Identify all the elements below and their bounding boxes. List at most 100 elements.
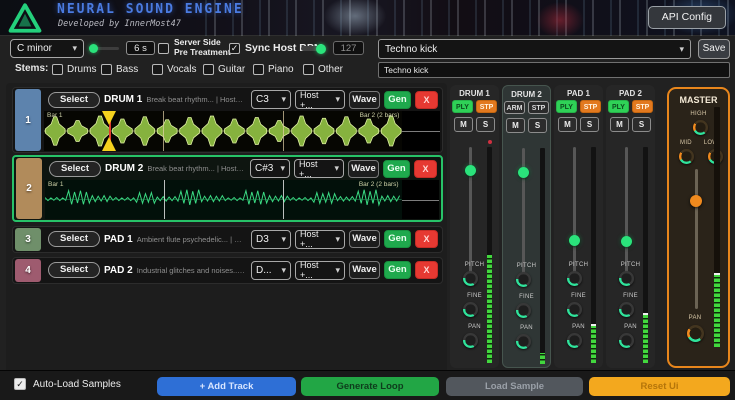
master-pan-knob[interactable] bbox=[687, 325, 704, 342]
waveform-display[interactable]: Bar 1 Bar 2 (2 bars) bbox=[44, 111, 440, 151]
mute-button[interactable]: M bbox=[454, 117, 473, 132]
solo-button[interactable]: S bbox=[476, 117, 495, 132]
sync-host-bpm-checkbox[interactable]: ✓ bbox=[229, 43, 240, 54]
delete-track-button[interactable]: X bbox=[415, 261, 438, 279]
fine-label: FINE bbox=[606, 293, 655, 299]
pan-knob[interactable] bbox=[619, 333, 634, 348]
wave-button[interactable]: Wave bbox=[349, 261, 380, 279]
pitch-knob[interactable] bbox=[516, 272, 531, 287]
duration-input[interactable] bbox=[126, 41, 155, 55]
select-button[interactable]: Select bbox=[48, 231, 100, 247]
preset-name-input[interactable] bbox=[378, 62, 730, 78]
eq-high-knob[interactable] bbox=[693, 120, 708, 135]
pan-knob[interactable] bbox=[516, 334, 531, 349]
generate-button[interactable]: Gen bbox=[384, 230, 411, 248]
wave-button[interactable]: Wave bbox=[349, 230, 380, 248]
delete-track-button[interactable]: X bbox=[415, 91, 438, 109]
solo-button[interactable]: S bbox=[580, 117, 599, 132]
note-select[interactable]: D... ▾ bbox=[251, 261, 291, 280]
generate-loop-button[interactable]: Generate Loop bbox=[301, 377, 439, 396]
api-config-button[interactable]: API Config bbox=[648, 6, 726, 29]
stop-button[interactable]: STP bbox=[528, 101, 549, 114]
fine-knob[interactable] bbox=[567, 302, 582, 317]
fine-knob[interactable] bbox=[516, 303, 531, 318]
auto-load-checkbox[interactable]: ✓ bbox=[14, 378, 26, 390]
pitch-knob[interactable] bbox=[619, 271, 634, 286]
guitar-checkbox[interactable] bbox=[203, 64, 214, 75]
bar-start-label: Bar 1 bbox=[47, 112, 63, 119]
bar-gridline bbox=[283, 111, 284, 151]
pitch-knob[interactable] bbox=[567, 271, 582, 286]
track-number-tab[interactable]: 3 bbox=[15, 228, 41, 251]
host-select[interactable]: Host +... ▾ bbox=[295, 261, 345, 280]
add-track-button[interactable]: + Add Track bbox=[157, 377, 296, 396]
note-select[interactable]: C3 ▾ bbox=[251, 90, 291, 109]
fine-knob[interactable] bbox=[463, 302, 478, 317]
track-number-tab[interactable]: 2 bbox=[16, 158, 42, 219]
note-select[interactable]: D3 ▾ bbox=[251, 230, 291, 249]
load-sample-button[interactable]: Load Sample bbox=[446, 377, 583, 396]
select-button[interactable]: Select bbox=[48, 92, 100, 108]
arm-button[interactable]: ARM bbox=[504, 101, 525, 114]
host-select[interactable]: Host +... ▾ bbox=[295, 230, 345, 249]
loop-marker[interactable] bbox=[102, 111, 117, 151]
waveform-display[interactable]: Bar 1 Bar 2 (2 bars) bbox=[45, 180, 439, 219]
master-volume-handle[interactable] bbox=[690, 195, 702, 207]
volume-slider-handle[interactable] bbox=[569, 235, 580, 246]
play-button[interactable]: PLY bbox=[608, 100, 629, 113]
delete-track-button[interactable]: X bbox=[415, 230, 438, 248]
pitch-knob[interactable] bbox=[463, 271, 478, 286]
eq-mid-knob[interactable] bbox=[679, 149, 694, 164]
mute-button[interactable]: M bbox=[610, 117, 629, 132]
piano-checkbox[interactable] bbox=[253, 64, 264, 75]
generate-button[interactable]: Gen bbox=[384, 91, 411, 109]
wave-button[interactable]: Wave bbox=[349, 91, 380, 109]
play-button[interactable]: PLY bbox=[452, 100, 473, 113]
mute-button[interactable]: M bbox=[506, 118, 525, 133]
bpm-sync-slider[interactable] bbox=[301, 46, 323, 51]
master-volume-slider[interactable] bbox=[695, 169, 698, 309]
delete-track-button[interactable]: X bbox=[414, 160, 437, 178]
volume-slider-handle[interactable] bbox=[518, 167, 529, 178]
generate-button[interactable]: Gen bbox=[383, 160, 410, 178]
stop-button[interactable]: STP bbox=[580, 100, 601, 113]
other-checkbox[interactable] bbox=[303, 64, 314, 75]
volume-slider-handle[interactable] bbox=[465, 165, 476, 176]
duration-slider-handle[interactable] bbox=[89, 44, 98, 53]
pan-knob[interactable] bbox=[463, 333, 478, 348]
solo-button[interactable]: S bbox=[528, 118, 547, 133]
drums-checkbox[interactable] bbox=[52, 64, 63, 75]
server-side-checkbox[interactable] bbox=[158, 43, 169, 54]
select-button[interactable]: Select bbox=[48, 262, 100, 278]
stop-button[interactable]: STP bbox=[632, 100, 653, 113]
key-select[interactable]: C minor ▾ bbox=[10, 39, 84, 58]
fine-knob[interactable] bbox=[619, 302, 634, 317]
track-number-tab[interactable]: 4 bbox=[15, 259, 41, 282]
bpm-sync-slider-handle[interactable] bbox=[316, 44, 326, 54]
bpm-input[interactable] bbox=[333, 41, 364, 55]
play-button[interactable]: PLY bbox=[556, 100, 577, 113]
reset-ui-button[interactable]: Reset Ui bbox=[589, 377, 730, 396]
chevron-down-icon: ▾ bbox=[72, 44, 77, 53]
track-number-tab[interactable]: 1 bbox=[15, 89, 41, 151]
bass-checkbox[interactable] bbox=[101, 64, 112, 75]
host-select[interactable]: Host +... ▾ bbox=[295, 90, 345, 109]
chevron-down-icon: ▾ bbox=[281, 235, 286, 244]
duration-slider[interactable] bbox=[92, 47, 119, 50]
bar-end-label: Bar 2 (2 bars) bbox=[359, 181, 399, 188]
wave-button[interactable]: Wave bbox=[348, 160, 379, 178]
solo-button[interactable]: S bbox=[632, 117, 651, 132]
preset-select[interactable]: Techno kick ▾ bbox=[378, 39, 691, 59]
save-button[interactable]: Save bbox=[698, 39, 730, 59]
host-select[interactable]: Host +... ▾ bbox=[294, 159, 344, 178]
fine-label: FINE bbox=[503, 294, 550, 300]
mute-button[interactable]: M bbox=[558, 117, 577, 132]
select-button[interactable]: Select bbox=[49, 161, 101, 177]
auto-load-label: Auto-Load Samples bbox=[33, 379, 121, 390]
stop-button[interactable]: STP bbox=[476, 100, 497, 113]
note-select[interactable]: C#3 ▾ bbox=[250, 159, 290, 178]
volume-slider-handle[interactable] bbox=[621, 236, 632, 247]
pan-knob[interactable] bbox=[567, 333, 582, 348]
vocals-checkbox[interactable] bbox=[152, 64, 163, 75]
generate-button[interactable]: Gen bbox=[384, 261, 411, 279]
